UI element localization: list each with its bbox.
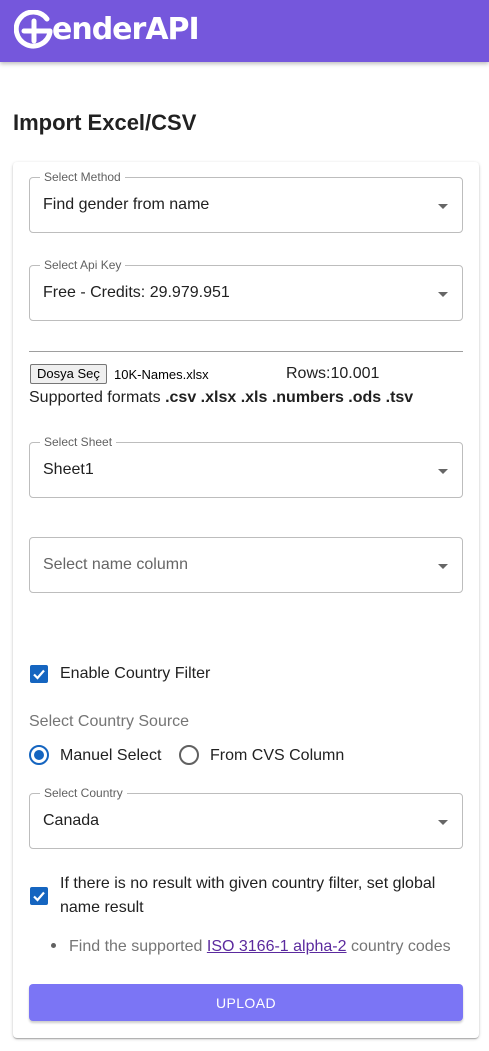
upload-button[interactable]: UPLOAD	[29, 984, 463, 1021]
country-filter-label[interactable]: Enable Country Filter	[60, 662, 210, 686]
method-select-value: Find gender from name	[43, 196, 210, 213]
global-fallback-checkbox[interactable]	[30, 887, 48, 905]
checkmark-icon	[33, 669, 45, 680]
page-title: Import Excel/CSV	[13, 110, 197, 135]
list-bullet	[51, 943, 56, 948]
dropdown-arrow-icon	[438, 204, 448, 209]
file-input-underline	[29, 351, 463, 352]
sheet-select[interactable]: Select Sheet Sheet1	[29, 435, 463, 498]
supported-formats-label: Supported formats	[29, 389, 161, 406]
csv-column-radio[interactable]	[179, 745, 199, 765]
method-select[interactable]: Select Method Find gender from name	[29, 170, 463, 233]
logo-text: enderAPI	[52, 12, 200, 47]
global-fallback-label[interactable]: If there is no result with given country…	[60, 872, 460, 920]
country-filter-checkbox[interactable]	[30, 665, 48, 683]
logo-g-plus-icon	[14, 10, 53, 49]
api-key-select-label: Select Api Key	[40, 258, 126, 272]
sheet-select-value: Sheet1	[43, 461, 94, 478]
dropdown-arrow-icon	[438, 564, 448, 569]
row-count: Rows:10.001	[286, 365, 380, 382]
country-select[interactable]: Select Country Canada	[29, 786, 463, 849]
iso-note-suffix: country codes	[350, 938, 451, 955]
iso-note-prefix: Find the supported	[69, 938, 203, 955]
import-card: Select Method Find gender from name Sele…	[13, 162, 479, 1038]
genderapi-logo[interactable]: enderAPI	[14, 6, 200, 54]
dropdown-arrow-icon	[438, 820, 448, 825]
csv-column-label[interactable]: From CVS Column	[210, 747, 344, 765]
supported-formats: Supported formats .csv .xlsx .xls .numbe…	[29, 389, 413, 407]
manual-select-label[interactable]: Manuel Select	[60, 747, 161, 765]
sheet-select-label: Select Sheet	[40, 435, 117, 449]
country-select-value: Canada	[43, 812, 100, 829]
country-source-label: Select Country Source	[29, 713, 190, 730]
choose-file-button[interactable]: Dosya Seç	[30, 364, 107, 384]
name-column-select[interactable]: Select name column	[29, 537, 463, 593]
name-column-placeholder: Select name column	[43, 556, 188, 573]
iso-codes-note: Find the supported ISO 3166-1 alpha-2 co…	[69, 938, 451, 956]
api-key-select[interactable]: Select Api Key Free - Credits: 29.979.95…	[29, 258, 463, 321]
manual-select-radio[interactable]	[29, 745, 49, 765]
supported-formats-list: .csv .xlsx .xls .numbers .ods .tsv	[165, 389, 414, 406]
radio-selected-dot	[34, 750, 44, 760]
app-header: enderAPI	[0, 0, 489, 62]
country-select-label: Select Country	[40, 786, 127, 800]
dropdown-arrow-icon	[438, 292, 448, 297]
checkmark-icon	[33, 891, 45, 902]
selected-file-name: 10K-Names.xlsx	[114, 367, 209, 382]
dropdown-arrow-icon	[438, 469, 448, 474]
iso-codes-link[interactable]: ISO 3166-1 alpha-2	[207, 938, 347, 955]
api-key-select-value: Free - Credits: 29.979.951	[43, 284, 230, 301]
method-select-label: Select Method	[40, 170, 125, 184]
